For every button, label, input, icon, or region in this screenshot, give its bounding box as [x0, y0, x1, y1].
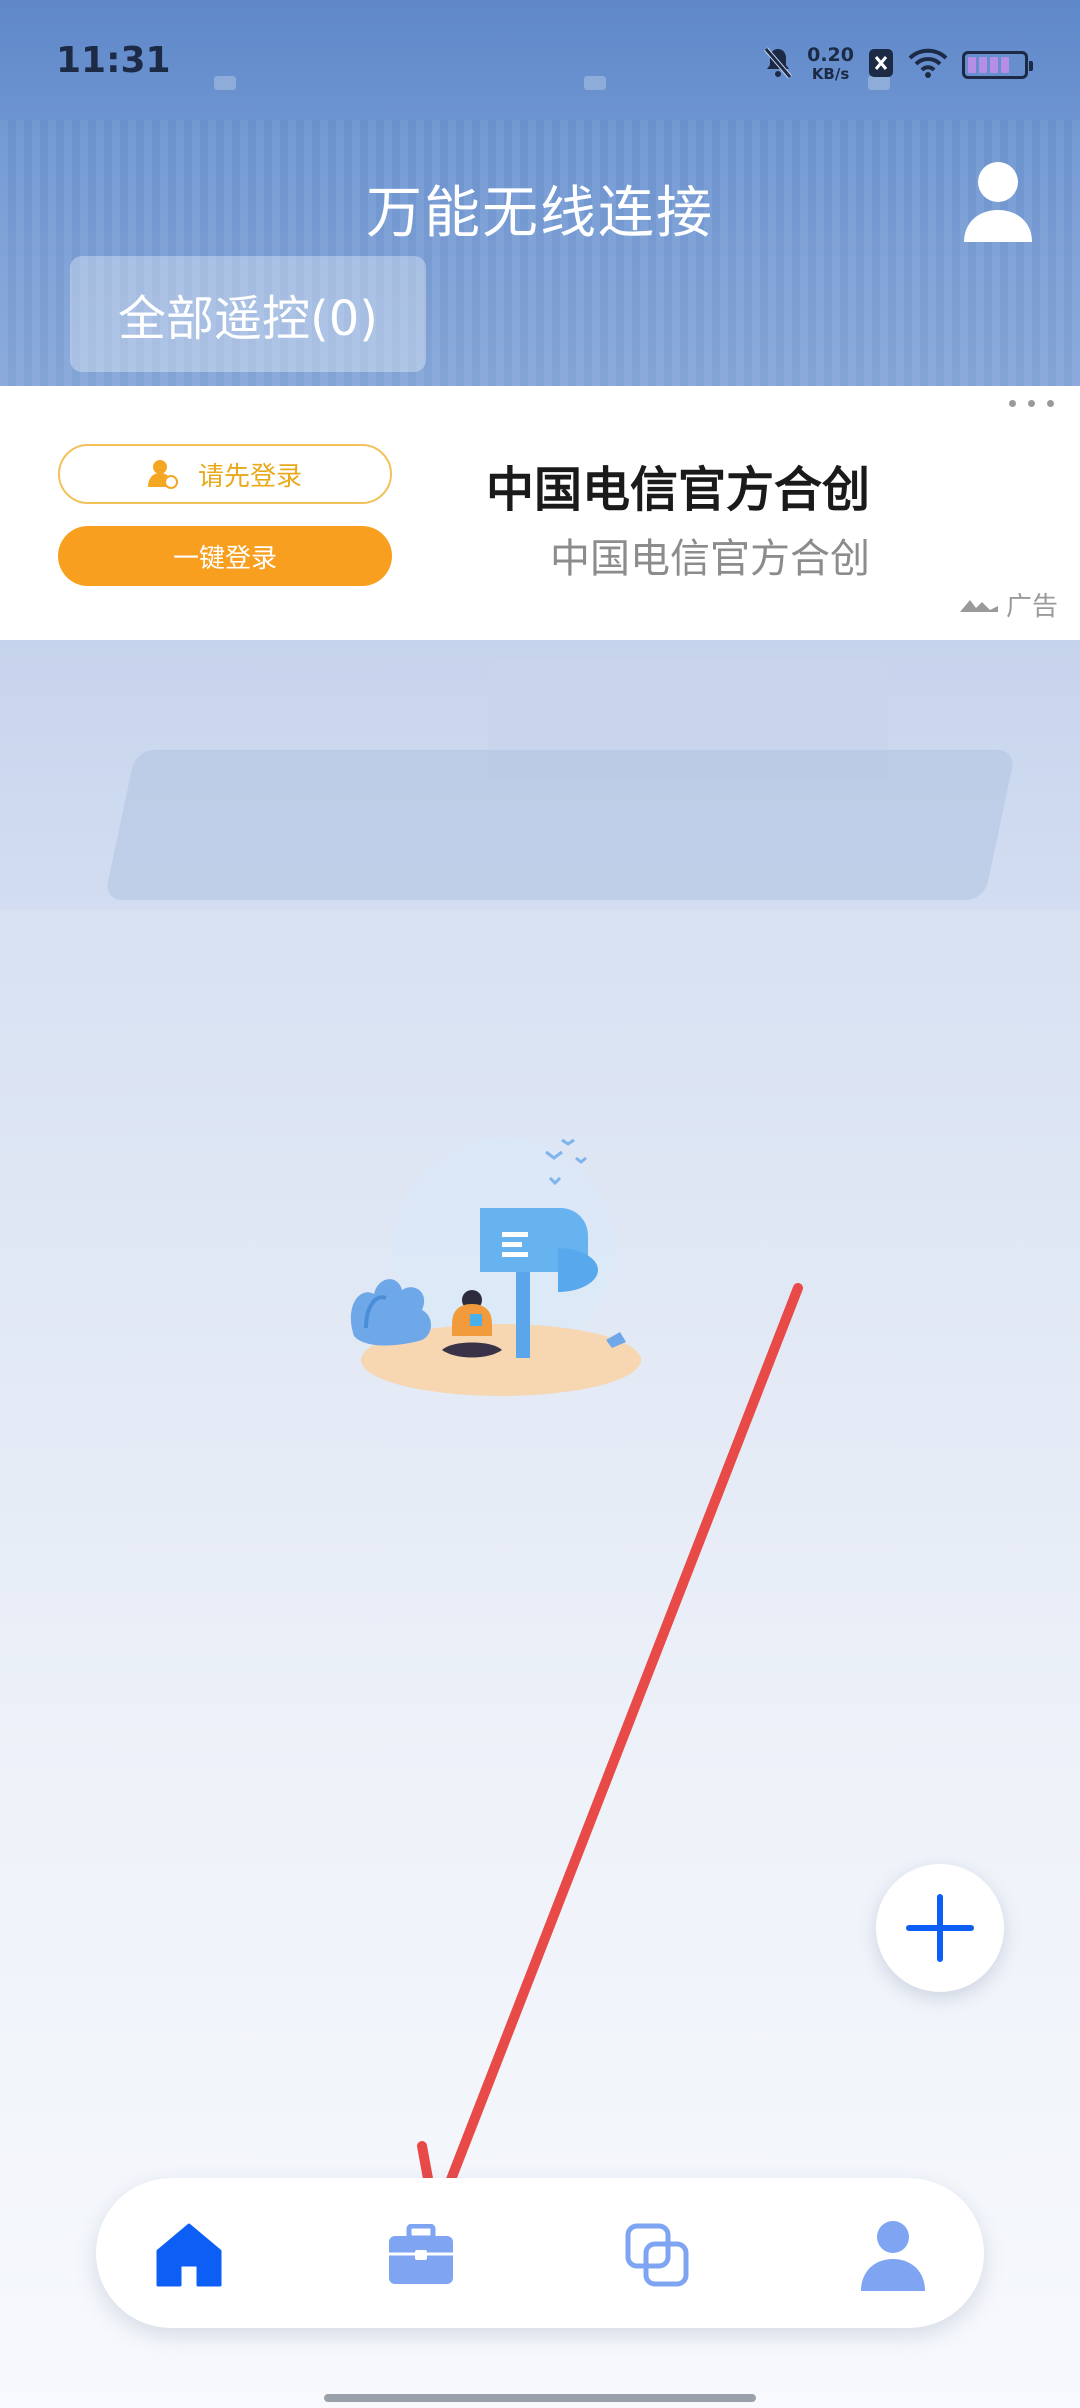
net-speed-value: 0.20 [807, 44, 854, 66]
ad-subtitle: 中国电信官方合创 [550, 536, 870, 582]
mute-bell-icon [763, 46, 793, 84]
ad-tag: 广告 [959, 586, 1058, 623]
wifi-icon [908, 48, 948, 82]
empty-state-illustration [326, 1128, 656, 1408]
nav-devices[interactable] [622, 2220, 692, 2290]
room-background [0, 640, 1080, 910]
user-lock-icon [147, 460, 178, 489]
profile-button[interactable] [960, 158, 1036, 242]
ad-tag-label: 广告 [1005, 592, 1058, 622]
user-icon [964, 162, 1032, 242]
login-prompt-label: 请先登录 [197, 461, 302, 492]
devices-icon [625, 2223, 689, 2287]
ad-network-icon [959, 599, 998, 612]
nav-profile[interactable] [858, 2220, 928, 2291]
status-time: 11:31 [56, 40, 171, 81]
bottom-nav [96, 2178, 984, 2328]
plus-icon [906, 1894, 974, 1962]
ad-title: 中国电信官方合创 [486, 462, 871, 518]
app-title: 万能无线连接 [366, 181, 714, 246]
app-notification-icon [868, 48, 894, 82]
add-button[interactable] [876, 1864, 1004, 1992]
profile-icon [861, 2221, 925, 2291]
nav-toolbox[interactable] [386, 2220, 456, 2290]
toolbox-icon [389, 2224, 453, 2284]
nav-home[interactable] [154, 2220, 224, 2290]
one-click-login-button[interactable]: 一键登录 [58, 526, 392, 586]
ad-banner[interactable]: 请先登录 一键登录 中国电信官方合创 中国电信官方合创 广告 [0, 386, 1080, 640]
login-prompt-button[interactable]: 请先登录 [58, 444, 392, 504]
status-icons: 0.20 KB/s [763, 40, 1033, 90]
net-speed-unit: KB/s [811, 65, 850, 83]
home-indicator[interactable] [324, 2394, 756, 2402]
tab-all-remotes[interactable]: 全部遥控(0) [70, 256, 426, 372]
battery-icon [962, 51, 1033, 79]
home-icon [156, 2223, 222, 2287]
status-bar: 11:31 0.20 KB/s [0, 0, 1080, 120]
net-speed: 0.20 KB/s [807, 46, 854, 84]
more-options-icon[interactable] [1009, 400, 1054, 407]
